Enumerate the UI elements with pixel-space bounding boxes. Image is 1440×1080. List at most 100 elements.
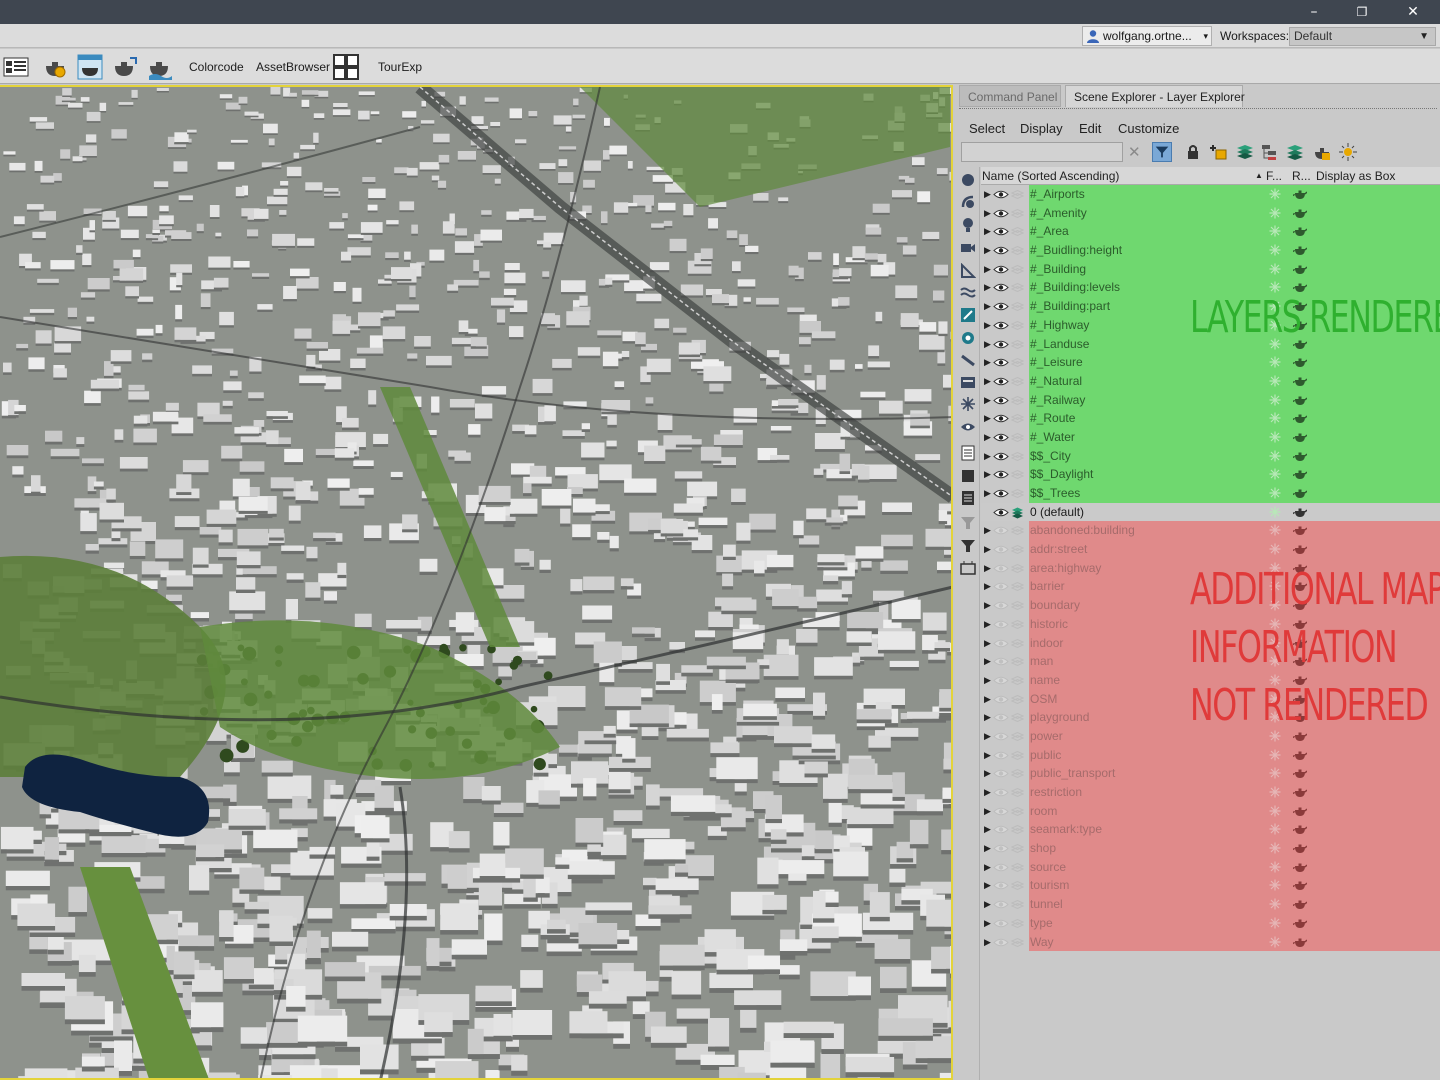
visibility-eye-icon[interactable] xyxy=(993,376,1009,387)
expand-arrow-icon[interactable]: ▶ xyxy=(984,671,992,690)
layer-name[interactable]: restriction xyxy=(1030,783,1082,802)
layer-name[interactable]: #_Airports xyxy=(1030,185,1085,204)
layer-name[interactable]: seamark:type xyxy=(1030,820,1102,839)
expand-arrow-icon[interactable]: ▶ xyxy=(984,260,992,279)
layer-search-input[interactable] xyxy=(961,142,1123,162)
frozen-toggle-icon[interactable] xyxy=(1269,225,1281,237)
expand-arrow-icon[interactable]: ▶ xyxy=(984,353,992,372)
frozen-toggle-icon[interactable] xyxy=(1269,917,1281,929)
renderable-teapot-icon[interactable] xyxy=(1293,842,1307,854)
visibility-eye-icon[interactable] xyxy=(993,918,1009,929)
layer-row[interactable]: ▶ #_Route xyxy=(981,409,1440,428)
expand-arrow-icon[interactable]: ▶ xyxy=(984,447,992,466)
tourexp-button[interactable]: TourExp xyxy=(378,60,422,74)
expand-arrow-icon[interactable]: ▶ xyxy=(984,839,992,858)
frozen-toggle-icon[interactable] xyxy=(1269,468,1281,480)
expand-arrow-icon[interactable]: ▶ xyxy=(984,933,992,952)
expand-arrow-icon[interactable]: ▶ xyxy=(984,222,992,241)
layer-row[interactable]: ▶ #_Buidling:height xyxy=(981,241,1440,260)
layer-row[interactable]: ▶ #_Railway xyxy=(981,390,1440,410)
layer-name[interactable]: addr:street xyxy=(1030,540,1087,559)
display-box-icon[interactable] xyxy=(960,560,976,576)
frozen-toggle-icon[interactable] xyxy=(1269,805,1281,817)
teapot-arrow-icon[interactable] xyxy=(112,54,138,80)
visibility-eye-icon[interactable] xyxy=(993,675,1009,686)
layer-name[interactable]: #_Landuse xyxy=(1030,335,1089,354)
expand-arrow-icon[interactable]: ▶ xyxy=(984,746,992,765)
expand-arrow-icon[interactable]: ▶ xyxy=(984,297,992,316)
layer-name[interactable]: #_Area xyxy=(1030,222,1069,241)
visibility-eye-icon[interactable] xyxy=(993,432,1009,443)
expand-arrow-icon[interactable]: ▶ xyxy=(984,241,992,260)
layer-row[interactable]: ▶ $$_Daylight xyxy=(981,465,1440,484)
frozen-toggle-icon[interactable] xyxy=(1269,823,1281,835)
layer-name[interactable]: Way xyxy=(1030,933,1054,952)
frozen-toggle-icon[interactable] xyxy=(1269,842,1281,854)
close-button[interactable]: ✕ xyxy=(1389,0,1437,24)
frozen-toggle-icon[interactable] xyxy=(1269,786,1281,798)
layers-stack-icon[interactable] xyxy=(1235,142,1255,162)
menu-select[interactable]: Select xyxy=(969,121,1005,136)
renderable-teapot-icon[interactable] xyxy=(1293,879,1307,891)
frozen-toggle-icon[interactable] xyxy=(1269,543,1281,555)
renderable-teapot-icon[interactable] xyxy=(1293,805,1307,817)
tab-command-panel[interactable]: Command Panel xyxy=(959,85,1061,107)
expand-arrow-icon[interactable]: ▶ xyxy=(984,802,992,821)
spacewarps-filter-icon[interactable] xyxy=(960,285,976,301)
layer-name[interactable]: playground xyxy=(1030,708,1089,727)
layer-name[interactable]: $$_Daylight xyxy=(1030,465,1093,484)
visibility-eye-icon[interactable] xyxy=(993,189,1009,200)
scene-grid-icon[interactable] xyxy=(3,54,29,80)
minimize-button[interactable]: – xyxy=(1290,0,1338,24)
layer-row[interactable]: 0 (default) xyxy=(981,502,1440,522)
renderable-teapot-icon[interactable] xyxy=(1293,543,1307,555)
visibility-eye-icon[interactable] xyxy=(993,638,1009,649)
expand-arrow-icon[interactable]: ▶ xyxy=(984,727,992,746)
column-frozen-header[interactable]: F... xyxy=(1266,167,1282,185)
tab-scene-explorer[interactable]: Scene Explorer - Layer Explorer xyxy=(1065,85,1245,107)
filter-icon[interactable] xyxy=(1152,142,1172,162)
menu-customize[interactable]: Customize xyxy=(1118,121,1179,136)
groups-filter-icon[interactable] xyxy=(960,307,976,323)
grid-layout-icon[interactable] xyxy=(333,54,359,80)
user-account-dropdown[interactable]: wolfgang.ortne... ▾ xyxy=(1082,26,1212,46)
renderable-teapot-icon[interactable] xyxy=(1293,431,1307,443)
visibility-eye-icon[interactable] xyxy=(993,937,1009,948)
layer-name[interactable]: #_Railway xyxy=(1030,391,1085,410)
layer-name[interactable]: power xyxy=(1030,727,1063,746)
frozen-toggle-icon[interactable] xyxy=(1269,356,1281,368)
layer-name[interactable]: #_Building:part xyxy=(1030,297,1110,316)
layer-name[interactable]: public_transport xyxy=(1030,764,1115,783)
visibility-eye-icon[interactable] xyxy=(993,339,1009,350)
layer-name[interactable]: #_Natural xyxy=(1030,372,1082,391)
frozen-toggle-icon[interactable] xyxy=(1269,412,1281,424)
layer-row[interactable]: ▶ seamark:type xyxy=(981,820,1440,840)
layer-name[interactable]: $$_City xyxy=(1030,447,1071,466)
visibility-eye-icon[interactable] xyxy=(993,301,1009,312)
visibility-eye-icon[interactable] xyxy=(993,507,1009,518)
visibility-eye-icon[interactable] xyxy=(993,581,1009,592)
layer-name[interactable]: indoor xyxy=(1030,634,1063,653)
layer-row[interactable]: ▶ addr:street xyxy=(981,540,1440,559)
visibility-eye-icon[interactable] xyxy=(993,488,1009,499)
expand-arrow-icon[interactable]: ▶ xyxy=(984,559,992,578)
layer-row[interactable]: ▶ $$_Trees xyxy=(981,484,1440,503)
expand-arrow-icon[interactable]: ▶ xyxy=(984,690,992,709)
frozen-toggle-icon[interactable] xyxy=(1269,506,1281,518)
frozen-toggle-icon[interactable] xyxy=(1269,936,1281,948)
layer-row[interactable]: ▶ abandoned:building xyxy=(981,521,1440,541)
layer-name[interactable]: #_Buidling:height xyxy=(1030,241,1122,260)
helpers-filter-icon[interactable] xyxy=(960,263,976,279)
layer-name[interactable]: #_Building xyxy=(1030,260,1086,279)
layer-row[interactable]: ▶ #_Natural xyxy=(981,371,1440,391)
renderable-teapot-icon[interactable] xyxy=(1293,450,1307,462)
visibility-eye-icon[interactable] xyxy=(993,413,1009,424)
layer-name[interactable]: barrier xyxy=(1030,577,1065,596)
visibility-eye-icon[interactable] xyxy=(993,843,1009,854)
expand-arrow-icon[interactable]: ▶ xyxy=(984,895,992,914)
layer-name[interactable]: source xyxy=(1030,858,1066,877)
lights-filter-icon[interactable] xyxy=(960,217,976,233)
frozen-toggle-icon[interactable] xyxy=(1269,767,1281,779)
renderable-teapot-icon[interactable] xyxy=(1293,394,1307,406)
expand-arrow-icon[interactable]: ▶ xyxy=(984,316,992,335)
